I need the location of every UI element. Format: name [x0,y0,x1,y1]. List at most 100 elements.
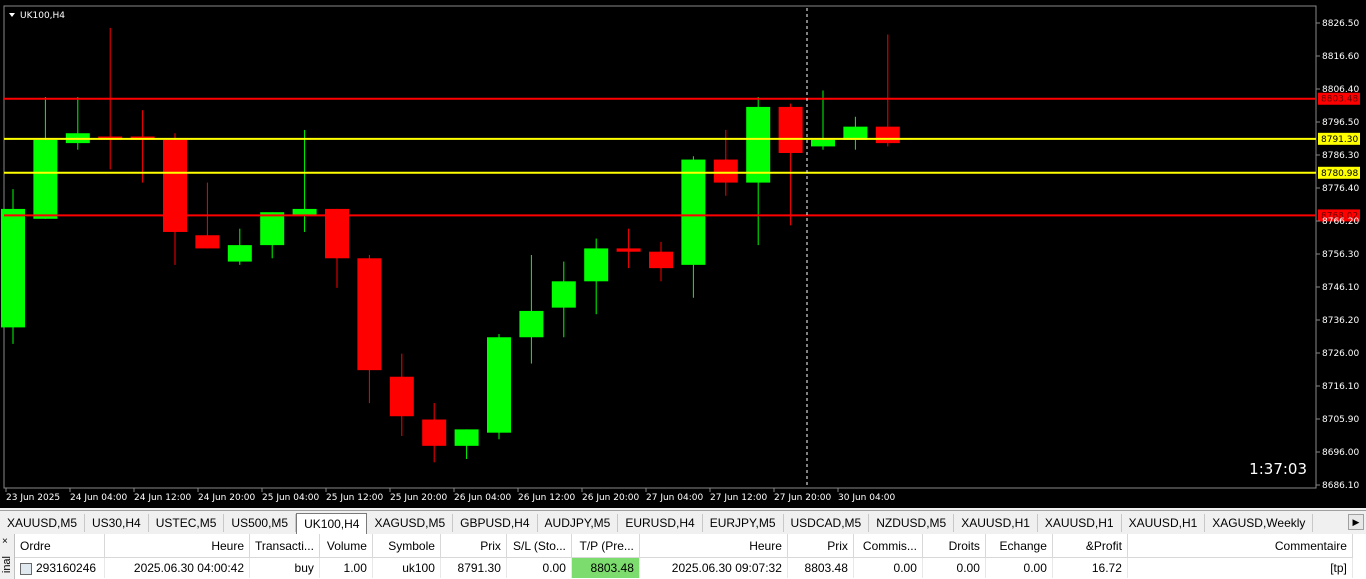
cell-prix-close: 8803.48 [787,557,854,578]
cell-ordre: 293160246 [15,557,105,578]
cell-tp: 8803.48 [571,557,640,578]
table-header-row: Ordre Heure Transacti... Volume Symbole … [15,534,1353,558]
y-axis-label: 8826.50 [1322,19,1359,29]
chart-tab[interactable]: EURUSD,H4 [618,514,703,532]
col-header-transaction[interactable]: Transacti... [249,534,320,558]
cell-transaction: buy [249,557,320,578]
col-header-volume[interactable]: Volume [319,534,373,558]
y-axis-label: 8746.10 [1322,283,1359,293]
chart-tab[interactable]: AUDJPY,M5 [538,514,619,532]
chart-tab[interactable]: US30,H4 [85,514,149,532]
candle-body [389,376,414,417]
chart-tab[interactable]: XAGUSD,M5 [367,514,454,532]
candle-body [357,258,382,371]
chart-tab[interactable]: EURJPY,M5 [703,514,784,532]
x-axis-label: 27 Jun 20:00 [774,493,831,503]
order-icon [20,562,32,575]
col-header-tp[interactable]: T/P (Pre... [571,534,640,558]
price-chart[interactable]: 8803.488791.308780.988768.02 8826.508816… [0,0,1366,508]
bear-candle [778,103,803,226]
bull-candle [584,238,609,315]
x-axis-label: 24 Jun 12:00 [134,493,191,503]
tab-scroll-right-icon[interactable]: ▶ [1348,514,1364,530]
bull-candle [746,97,771,246]
candle-body [163,139,187,232]
candle-body [422,419,447,446]
chart-tab[interactable]: UK100,H4 [296,513,368,534]
symbol-title: UK100,H4 [20,11,65,21]
col-header-commission[interactable]: Commis... [853,534,923,558]
candle-body [811,139,835,147]
chart-area[interactable]: 8803.48 8791.30 8780.98 8768.02 8826.50 8816… [0,0,1366,508]
bear-candle [422,403,447,463]
y-axis-label: 8705.90 [1322,415,1359,425]
col-header-prix[interactable]: Prix [440,534,507,558]
bull-candle [519,254,544,364]
table-row[interactable]: 293160246 2025.06.30 04:00:42 buy 1.00 u… [15,557,1353,578]
chart-tab[interactable]: NZDUSD,M5 [869,514,955,532]
candle-body [713,159,738,183]
bull-candle [551,261,576,338]
x-axis-label: 27 Jun 12:00 [710,493,767,503]
chart-tab[interactable]: XAGUSD,Weekly [1205,514,1314,532]
bear-candle [389,353,414,436]
chart-tab[interactable]: XAUUSD,H1 [1122,514,1206,532]
col-header-commentaire[interactable]: Commentaire [1127,534,1353,558]
chart-tabs: XAUUSD,M5 US30,H4 USTEC,M5 US500,M5 UK100,H4… [0,510,1366,534]
col-header-sl[interactable]: S/L (Sto... [506,534,572,558]
chart-tab[interactable]: XAUUSD,M5 [0,514,86,532]
bull-candle [33,97,58,219]
x-axis-label: 24 Jun 04:00 [70,493,127,503]
x-axis-label: 27 Jun 04:00 [646,493,703,503]
y-axis-label: 8726.00 [1322,349,1359,359]
history-table: Ordre Heure Transacti... Volume Symbole … [15,534,1353,578]
x-axis-label: 30 Jun 04:00 [838,493,895,503]
chart-tab[interactable]: USDCAD,M5 [784,514,870,532]
cell-commission: 0.00 [853,557,923,578]
cell-symbole: uk100 [372,557,441,578]
bear-candle [875,34,900,147]
x-axis-label: 25 Jun 04:00 [262,493,319,503]
bull-candle [454,429,479,460]
candle-body [649,251,673,269]
bull-candle [227,228,252,265]
candle-body [616,248,641,252]
cell-ordre-value: 293160246 [36,561,97,575]
y-axis-label: 8756.30 [1322,250,1359,260]
col-header-profit[interactable]: &Profit [1052,534,1128,558]
x-axis-label: 25 Jun 20:00 [390,493,447,503]
candle-timer: 1:37:03 [1249,460,1307,478]
y-axis-label: 8766.20 [1322,217,1359,227]
chart-tab[interactable]: USTEC,M5 [149,514,225,532]
x-axis-label: 25 Jun 12:00 [326,493,383,503]
chart-tab[interactable]: US500,M5 [224,514,297,532]
close-icon[interactable]: × [2,536,8,547]
y-axis-label: 8776.40 [1322,184,1359,194]
chart-tab[interactable]: XAUUSD,H1 [1038,514,1122,532]
candle-body [454,429,479,446]
y-axis-label: 8806.40 [1322,85,1359,95]
col-header-droits[interactable]: Droits [922,534,986,558]
candle-body [227,245,252,262]
bear-candle [163,133,187,265]
bear-candle [130,110,155,183]
bull-candle [292,129,317,232]
col-header-heure[interactable]: Heure [104,534,250,558]
chart-tab[interactable]: XAUUSD,H1 [954,514,1038,532]
col-header-echange[interactable]: Echange [985,534,1053,558]
chart-tab[interactable]: GBPUSD,H4 [453,514,538,532]
cell-commentaire: [tp] [1127,557,1353,578]
col-header-ordre[interactable]: Ordre [15,534,105,558]
bear-candle [649,241,673,282]
candle-body [681,159,706,265]
y-axis-label: 8716.10 [1322,382,1359,392]
col-header-heure-close[interactable]: Heure [639,534,788,558]
candle-body [260,212,285,246]
col-header-prix-close[interactable]: Prix [787,534,854,558]
dropdown-triangle-icon[interactable] [9,13,15,17]
x-axis-label: 24 Jun 20:00 [198,493,255,503]
col-header-symbole[interactable]: Symbole [372,534,441,558]
candle-body [487,337,511,433]
candle-body [746,106,771,183]
bull-candle [65,97,90,150]
